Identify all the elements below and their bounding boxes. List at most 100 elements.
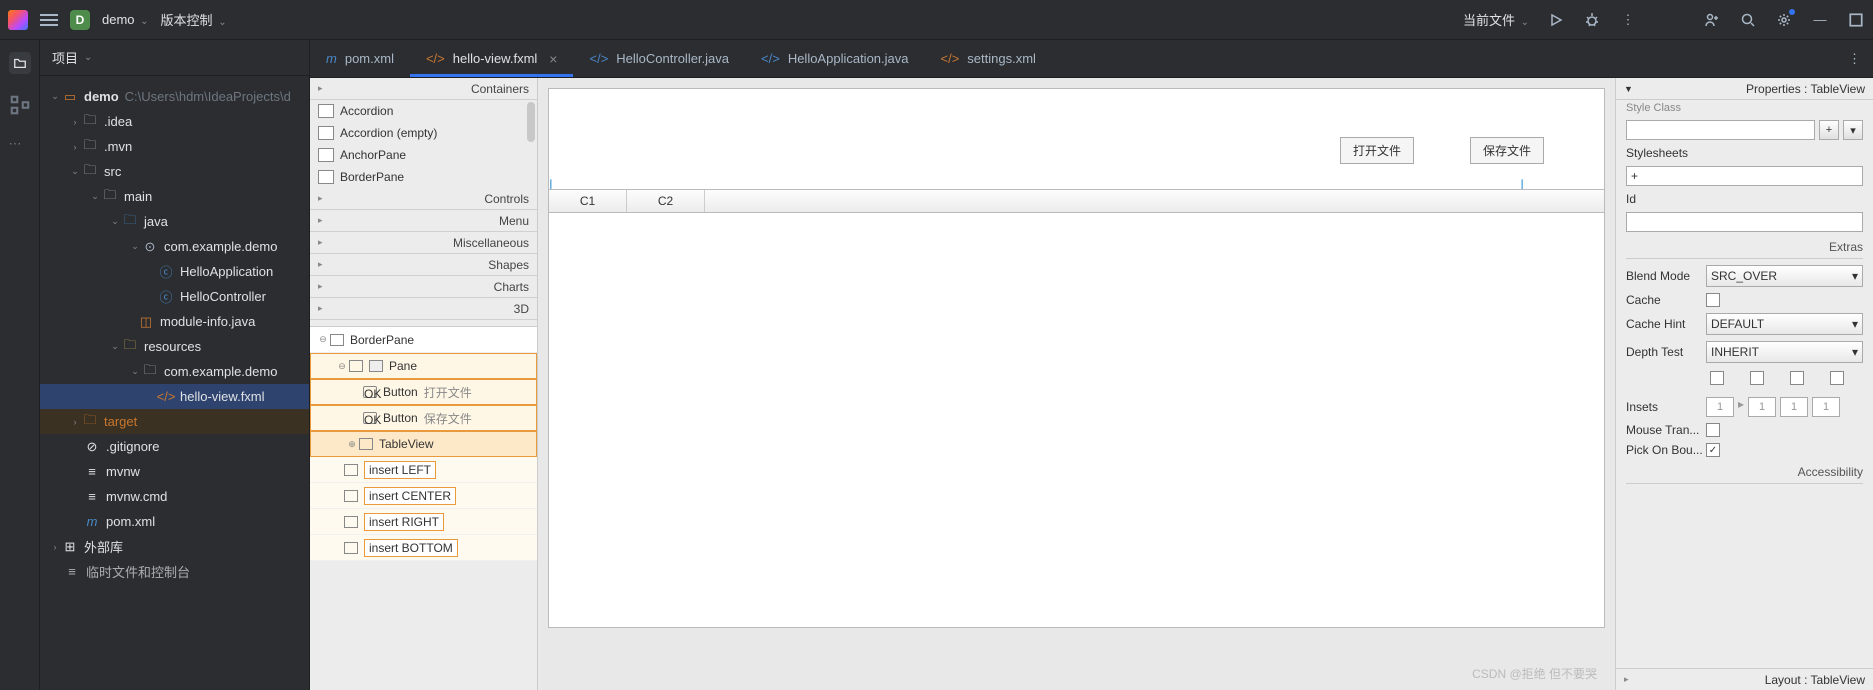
tree-respkg[interactable]: ⌄🗀com.example.demo: [40, 359, 309, 384]
hier-button1[interactable]: OKButton打开文件: [310, 379, 537, 405]
more-icon[interactable]: ⋮: [1619, 11, 1637, 29]
run-config[interactable]: 当前文件 ⌄: [1463, 10, 1529, 29]
palette-section-controls[interactable]: ▸Controls: [310, 188, 537, 210]
inset-right[interactable]: [1748, 397, 1776, 417]
hier-hint-right[interactable]: insert RIGHT: [310, 509, 537, 535]
tree-main[interactable]: ⌄🗀main: [40, 184, 309, 209]
design-canvas-wrap: 打开文件 保存文件 ⌊ ⌋ C1 C2 CSDN @拒绝 但不要哭: [538, 78, 1615, 690]
tree-extlib[interactable]: ›⊞外部库: [40, 534, 309, 559]
project-badge[interactable]: D: [70, 10, 90, 30]
id-input[interactable]: [1626, 212, 1863, 232]
palette-item[interactable]: BorderPane: [310, 166, 537, 188]
tree-root[interactable]: ⌄▭demo C:\Users\hdm\IdeaProjects\d: [40, 84, 309, 109]
minimize-icon[interactable]: —: [1811, 11, 1829, 29]
tree-scratch[interactable]: ≡临时文件和控制台: [40, 559, 309, 584]
tree-java[interactable]: ⌄🗀java: [40, 209, 309, 234]
stylesheets-input[interactable]: +: [1626, 166, 1863, 186]
vcs-menu[interactable]: 版本控制 ⌄: [161, 10, 227, 29]
tree-pkg[interactable]: ⌄⊙com.example.demo: [40, 234, 309, 259]
palette-section-menu[interactable]: ▸Menu: [310, 210, 537, 232]
id-label: Id: [1626, 192, 1863, 206]
tree-mvnw[interactable]: ≡mvnw: [40, 459, 309, 484]
tabs-menu-icon[interactable]: ⋮: [1848, 51, 1873, 67]
table-col1[interactable]: C1: [549, 190, 627, 212]
maximize-icon[interactable]: [1847, 11, 1865, 29]
project-name[interactable]: demo ⌄: [102, 12, 149, 27]
structure-icon[interactable]: [9, 94, 31, 116]
tab-settings[interactable]: </>settings.xml: [925, 40, 1052, 77]
hier-tableview[interactable]: ⊕TableView: [310, 431, 537, 457]
tree-target[interactable]: ›🗀target: [40, 409, 309, 434]
palette-item[interactable]: Accordion: [310, 100, 537, 122]
tab-pom[interactable]: mpom.xml: [310, 40, 410, 77]
tree-gitignore[interactable]: ⊘.gitignore: [40, 434, 309, 459]
palette-section-misc[interactable]: ▸Miscellaneous: [310, 232, 537, 254]
hier-hint-center[interactable]: insert CENTER: [310, 483, 537, 509]
tree-idea[interactable]: ›🗀.idea: [40, 109, 309, 134]
accessibility-section: Accessibility: [1626, 465, 1863, 479]
cache-label: Cache: [1626, 293, 1706, 307]
tree-mvn[interactable]: ›🗀.mvn: [40, 134, 309, 159]
palette-section-containers[interactable]: ▸Containers: [310, 78, 537, 100]
editor-tabs: mpom.xml </>hello-view.fxml× </>HelloCon…: [310, 40, 1873, 78]
tree-ctrl[interactable]: ⓒHelloController: [40, 284, 309, 309]
blend-select[interactable]: SRC_OVER▾: [1706, 265, 1863, 287]
debug-icon[interactable]: [1583, 11, 1601, 29]
pick-label: Pick On Bou...: [1626, 443, 1706, 457]
canvas-save-button[interactable]: 保存文件: [1470, 137, 1544, 164]
canvas-open-button[interactable]: 打开文件: [1340, 137, 1414, 164]
add-user-icon[interactable]: [1703, 11, 1721, 29]
tab-controller[interactable]: </>HelloController.java: [573, 40, 745, 77]
inset-top[interactable]: [1706, 397, 1734, 417]
sidebar-header[interactable]: 项目 ⌄: [40, 40, 309, 76]
tree-resources[interactable]: ⌄🗀resources: [40, 334, 309, 359]
palette-section-shapes[interactable]: ▸Shapes: [310, 254, 537, 276]
depth-label: Depth Test: [1626, 345, 1706, 359]
tree-pom[interactable]: mpom.xml: [40, 509, 309, 534]
mouse-checkbox[interactable]: [1706, 423, 1720, 437]
hier-borderpane[interactable]: ⊖BorderPane: [310, 327, 537, 353]
design-canvas[interactable]: 打开文件 保存文件 ⌊ ⌋ C1 C2: [548, 88, 1605, 628]
cachehint-label: Cache Hint: [1626, 317, 1706, 331]
palette-section-3d[interactable]: ▸3D: [310, 298, 537, 320]
tree-module[interactable]: ◫module-info.java: [40, 309, 309, 334]
hier-button2[interactable]: OKButton保存文件: [310, 405, 537, 431]
add-styleclass-button[interactable]: +: [1819, 120, 1839, 140]
hierarchy-panel: ⊖BorderPane ⊖Pane OKButton打开文件 OKButton保…: [310, 326, 537, 561]
search-icon[interactable]: [1739, 11, 1757, 29]
hier-pane[interactable]: ⊖Pane: [310, 353, 537, 379]
tree-app[interactable]: ⓒHelloApplication: [40, 259, 309, 284]
tab-fxml[interactable]: </>hello-view.fxml×: [410, 40, 574, 77]
layout-footer[interactable]: ▸Layout : TableView: [1616, 668, 1873, 690]
close-icon[interactable]: ×: [549, 51, 557, 67]
table-col2[interactable]: C2: [627, 190, 705, 212]
project-sidebar: 项目 ⌄ ⌄▭demo C:\Users\hdm\IdeaProjects\d …: [40, 40, 310, 690]
palette-section-charts[interactable]: ▸Charts: [310, 276, 537, 298]
cache-checkbox[interactable]: [1706, 293, 1720, 307]
depth-select[interactable]: INHERIT▾: [1706, 341, 1863, 363]
main-area: mpom.xml </>hello-view.fxml× </>HelloCon…: [310, 40, 1873, 690]
project-tool-icon[interactable]: [9, 52, 31, 74]
stylesheets-label: Stylesheets: [1626, 146, 1863, 160]
inset-bottom[interactable]: [1780, 397, 1808, 417]
inset-left[interactable]: [1812, 397, 1840, 417]
hier-hint-left[interactable]: insert LEFT: [310, 457, 537, 483]
more-tools-icon[interactable]: ⋯: [9, 136, 31, 158]
tree-src[interactable]: ⌄🗀src: [40, 159, 309, 184]
hamburger-icon[interactable]: [40, 14, 58, 26]
props-header[interactable]: ▼Properties : TableView: [1616, 78, 1873, 100]
tree-mvnwcmd[interactable]: ≡mvnw.cmd: [40, 484, 309, 509]
hier-hint-bottom[interactable]: insert BOTTOM: [310, 535, 537, 561]
settings-icon[interactable]: [1775, 11, 1793, 29]
tab-application[interactable]: </>HelloApplication.java: [745, 40, 924, 77]
styleclass-input[interactable]: [1626, 120, 1815, 140]
palette-item[interactable]: AnchorPane: [310, 144, 537, 166]
run-icon[interactable]: [1547, 11, 1565, 29]
cachehint-select[interactable]: DEFAULT▾: [1706, 313, 1863, 335]
scrollbar-thumb[interactable]: [527, 102, 535, 142]
styleclass-dropdown[interactable]: ▾: [1843, 120, 1863, 140]
palette-item[interactable]: Accordion (empty): [310, 122, 537, 144]
table-preview[interactable]: C1 C2: [549, 189, 1604, 213]
tree-fxml[interactable]: </>hello-view.fxml: [40, 384, 309, 409]
pick-checkbox[interactable]: ✓: [1706, 443, 1720, 457]
